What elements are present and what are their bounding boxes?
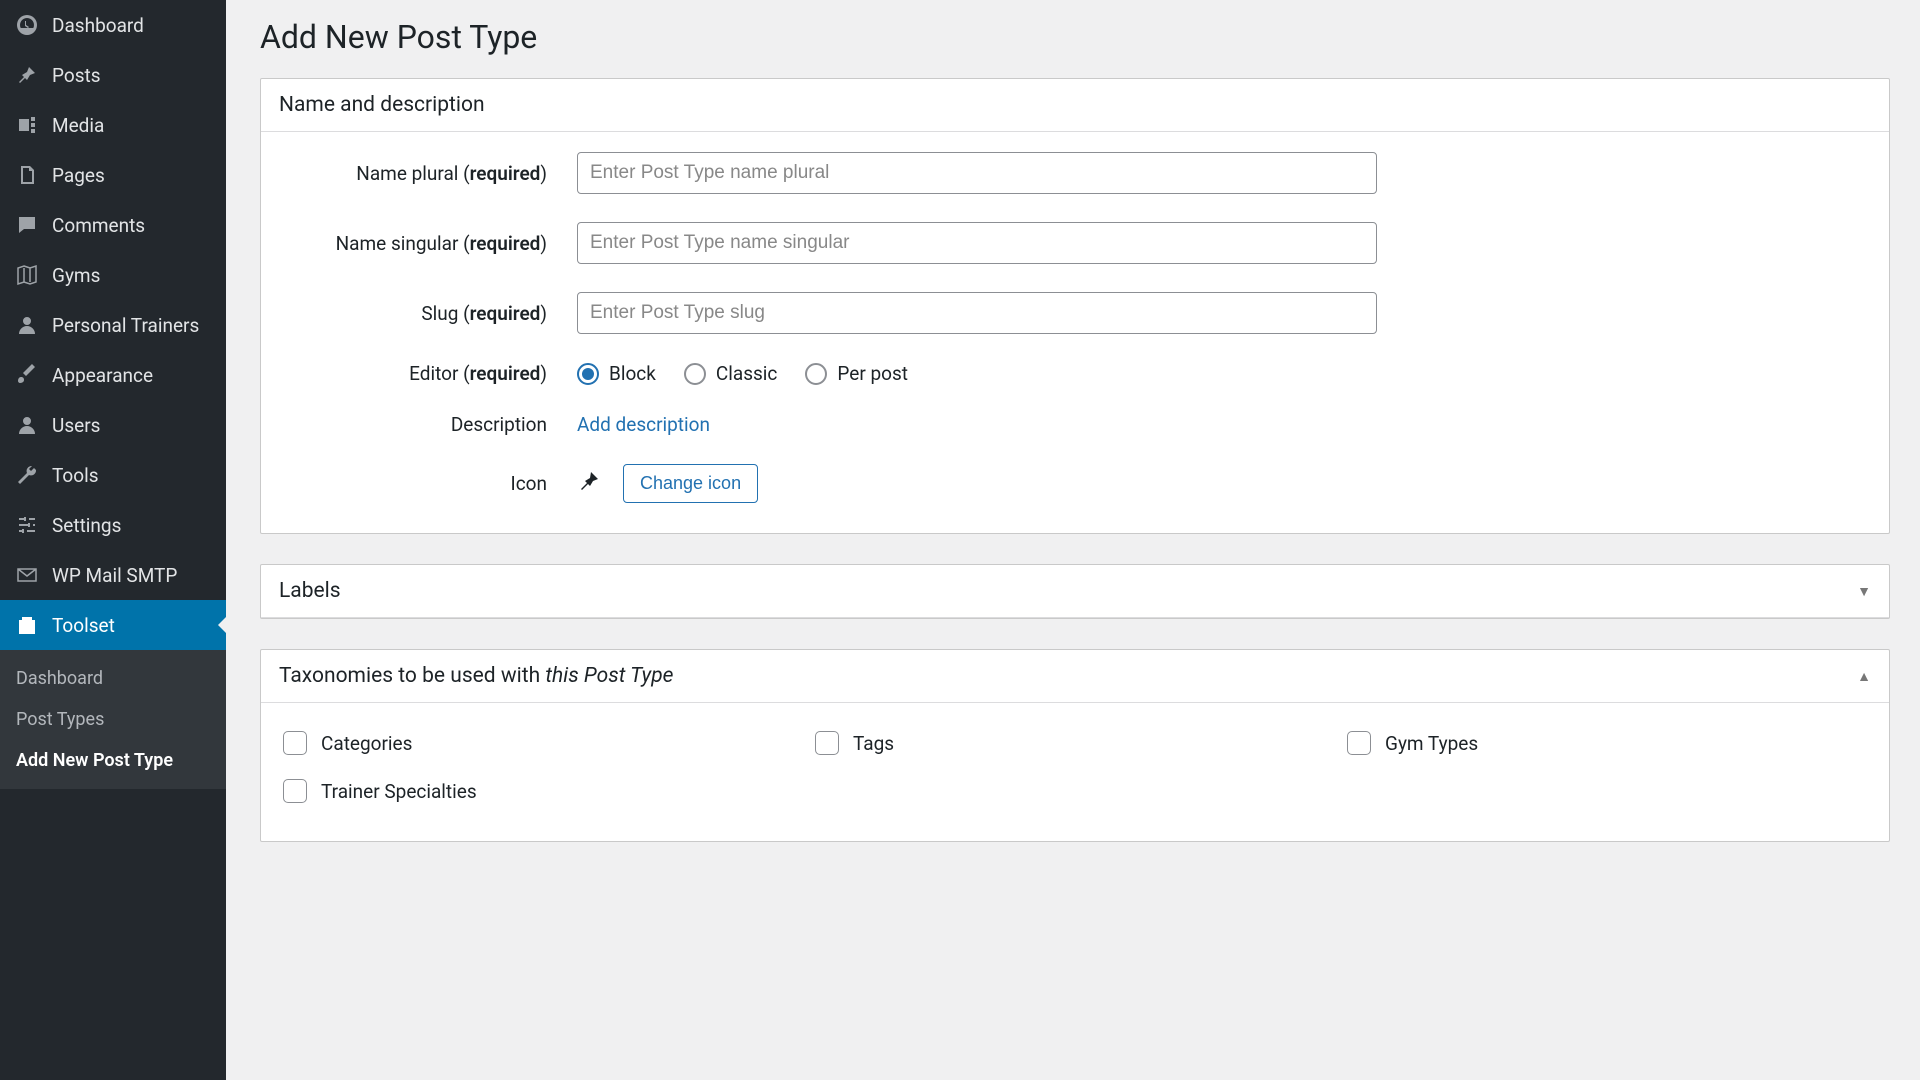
sidebar-item-label: Dashboard — [52, 14, 144, 37]
input-name-plural[interactable] — [577, 152, 1377, 194]
radio-label: Block — [609, 362, 656, 385]
panel-title: Taxonomies to be used with this Post Typ… — [279, 664, 673, 688]
user-icon — [14, 312, 40, 338]
submenu-item-dashboard[interactable]: Dashboard — [0, 658, 226, 699]
panel-name-description: Name and description Name plural (requir… — [260, 78, 1890, 534]
sidebar-item-label: Toolset — [52, 614, 115, 637]
checkbox-icon — [283, 731, 307, 755]
main-content: Add New Post Type Name and description N… — [226, 0, 1920, 1080]
panel-title: Name and description — [279, 93, 485, 117]
sidebar-item-dashboard[interactable]: Dashboard — [0, 0, 226, 50]
field-name-singular: Name singular (required) — [279, 222, 1871, 264]
checkbox-icon — [1347, 731, 1371, 755]
checkbox-label: Gym Types — [1385, 732, 1478, 755]
panel-header-labels[interactable]: Labels ▼ — [261, 565, 1889, 618]
brush-icon — [14, 362, 40, 388]
label-editor: Editor (required) — [279, 362, 577, 385]
label-slug: Slug (required) — [279, 302, 577, 325]
label-name-plural: Name plural (required) — [279, 162, 577, 185]
mail-icon — [14, 562, 40, 588]
sidebar-item-media[interactable]: Media — [0, 100, 226, 150]
checkbox-tags[interactable]: Tags — [815, 731, 1335, 755]
sidebar-item-settings[interactable]: Settings — [0, 500, 226, 550]
radio-editor-per-post[interactable]: Per post — [805, 362, 908, 385]
chevron-up-icon: ▲ — [1857, 668, 1871, 685]
chevron-down-icon: ▼ — [1857, 583, 1871, 600]
sidebar-item-label: Users — [52, 414, 100, 437]
sidebar-item-label: WP Mail SMTP — [52, 564, 177, 587]
panel-header: Name and description — [261, 79, 1889, 132]
radio-icon — [805, 363, 827, 385]
sidebar-item-label: Personal Trainers — [52, 314, 199, 337]
panel-taxonomies: Taxonomies to be used with this Post Typ… — [260, 649, 1890, 842]
sidebar-item-appearance[interactable]: Appearance — [0, 350, 226, 400]
map-icon — [14, 262, 40, 288]
field-description: Description Add description — [279, 413, 1871, 436]
radio-icon — [577, 363, 599, 385]
sidebar-item-toolset[interactable]: Toolset — [0, 600, 226, 650]
dashboard-icon — [14, 12, 40, 38]
checkbox-trainer-specialties[interactable]: Trainer Specialties — [283, 779, 803, 803]
checkbox-label: Tags — [853, 732, 894, 755]
media-icon — [14, 112, 40, 138]
add-description-link[interactable]: Add description — [577, 413, 710, 436]
panel-header-taxonomies[interactable]: Taxonomies to be used with this Post Typ… — [261, 650, 1889, 703]
submenu-item-post-types[interactable]: Post Types — [0, 699, 226, 740]
radio-label: Classic — [716, 362, 778, 385]
checkbox-label: Trainer Specialties — [321, 780, 477, 803]
user-icon — [14, 412, 40, 438]
radio-icon — [684, 363, 706, 385]
label-description: Description — [279, 413, 577, 436]
sidebar-item-users[interactable]: Users — [0, 400, 226, 450]
wrench-icon — [14, 462, 40, 488]
sidebar-item-posts[interactable]: Posts — [0, 50, 226, 100]
page-title: Add New Post Type — [260, 18, 1890, 56]
checkbox-label: Categories — [321, 732, 412, 755]
radio-label: Per post — [837, 362, 908, 385]
sidebar-item-label: Settings — [52, 514, 121, 537]
taxonomy-options: Categories Tags Gym Types Trainer Specia… — [279, 723, 1871, 811]
label-name-singular: Name singular (required) — [279, 232, 577, 255]
label-icon: Icon — [279, 472, 577, 495]
post-type-pin-icon — [577, 469, 601, 499]
sidebar-item-label: Appearance — [52, 364, 153, 387]
sidebar-item-label: Gyms — [52, 264, 100, 287]
field-icon: Icon Change icon — [279, 464, 1871, 503]
radio-editor-classic[interactable]: Classic — [684, 362, 778, 385]
toolset-icon — [14, 612, 40, 638]
sidebar-item-comments[interactable]: Comments — [0, 200, 226, 250]
input-slug[interactable] — [577, 292, 1377, 334]
panel-labels: Labels ▼ — [260, 564, 1890, 619]
sidebar-submenu: Dashboard Post Types Add New Post Type — [0, 650, 226, 789]
sidebar-item-label: Tools — [52, 464, 99, 487]
pages-icon — [14, 162, 40, 188]
submenu-item-add-new-post-type[interactable]: Add New Post Type — [0, 740, 226, 781]
field-editor: Editor (required) Block Classic Per post — [279, 362, 1871, 385]
sidebar-item-label: Posts — [52, 64, 101, 87]
checkbox-gym-types[interactable]: Gym Types — [1347, 731, 1867, 755]
sidebar-item-label: Pages — [52, 164, 105, 187]
radio-editor-block[interactable]: Block — [577, 362, 656, 385]
checkbox-icon — [283, 779, 307, 803]
panel-title: Labels — [279, 579, 341, 603]
checkbox-icon — [815, 731, 839, 755]
checkbox-categories[interactable]: Categories — [283, 731, 803, 755]
sidebar-item-tools[interactable]: Tools — [0, 450, 226, 500]
sidebar-item-wp-mail-smtp[interactable]: WP Mail SMTP — [0, 550, 226, 600]
pin-icon — [14, 62, 40, 88]
comment-icon — [14, 212, 40, 238]
sidebar-item-gyms[interactable]: Gyms — [0, 250, 226, 300]
sidebar-item-label: Media — [52, 114, 104, 137]
sidebar-item-personal-trainers[interactable]: Personal Trainers — [0, 300, 226, 350]
sidebar-item-label: Comments — [52, 214, 145, 237]
field-name-plural: Name plural (required) — [279, 152, 1871, 194]
sidebar-item-pages[interactable]: Pages — [0, 150, 226, 200]
admin-sidebar: Dashboard Posts Media Pages Comments Gym… — [0, 0, 226, 1080]
input-name-singular[interactable] — [577, 222, 1377, 264]
change-icon-button[interactable]: Change icon — [623, 464, 758, 503]
sliders-icon — [14, 512, 40, 538]
field-slug: Slug (required) — [279, 292, 1871, 334]
